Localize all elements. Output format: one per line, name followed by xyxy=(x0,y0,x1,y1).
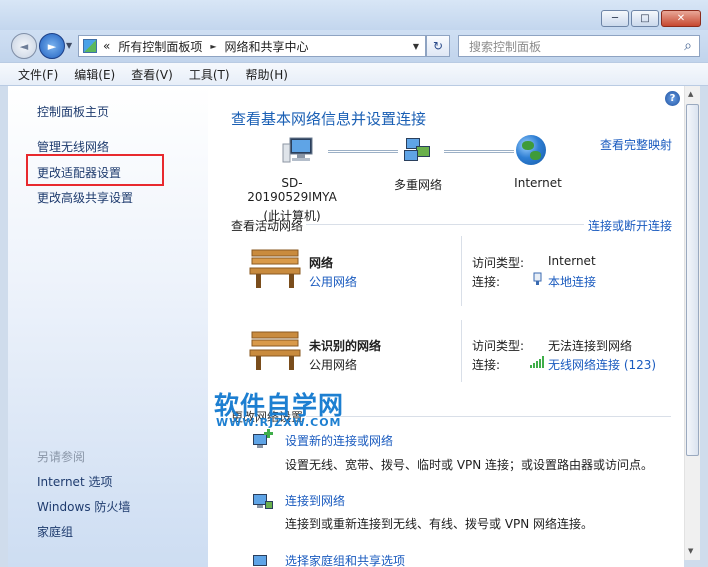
close-button[interactable]: ✕ xyxy=(661,10,701,27)
windows-firewall-link[interactable]: Windows 防火墙 xyxy=(37,498,130,515)
address-toolbar: ◄ ► ▼ « 所有控制面板项 ► 网络和共享中心 ▼ ↻ 搜索控制面板 ⌕ xyxy=(0,30,708,62)
change-advanced-sharing-link[interactable]: 更改高级共享设置 xyxy=(37,189,133,206)
multiple-networks-icon xyxy=(400,136,436,166)
multiple-networks-label: 多重网络 xyxy=(393,178,442,192)
wireless-connection-link[interactable]: 无线网络连接 (123) xyxy=(548,356,656,373)
connect-disconnect-link[interactable]: 连接或断开连接 xyxy=(588,217,672,234)
back-button[interactable]: ◄ xyxy=(11,33,37,59)
help-icon: ? xyxy=(669,93,676,104)
access-type-value: 无法连接到网络 xyxy=(548,339,633,353)
network-name: 网络 xyxy=(309,256,334,270)
wireless-signal-icon xyxy=(530,356,544,368)
computer-icon xyxy=(282,136,320,166)
search-placeholder: 搜索控制面板 xyxy=(469,39,542,54)
search-input[interactable]: 搜索控制面板 ⌕ xyxy=(458,35,700,57)
divider xyxy=(306,224,584,225)
public-network-bench-icon xyxy=(248,328,302,374)
setup-new-connection-link[interactable]: 设置新的连接或网络 xyxy=(285,432,393,449)
menu-bar: 文件(F) 编辑(E) 查看(V) 工具(T) 帮助(H) xyxy=(0,62,708,86)
breadcrumb-separator-icon[interactable]: ► xyxy=(210,42,216,51)
connect-to-network-link[interactable]: 连接到网络 xyxy=(285,492,345,509)
map-connector xyxy=(328,150,398,153)
divider xyxy=(461,320,462,382)
breadcrumb-all-items[interactable]: 所有控制面板项 xyxy=(118,38,202,55)
forward-arrow-icon: ► xyxy=(47,39,57,53)
menu-tools[interactable]: 工具(T) xyxy=(189,66,230,83)
refresh-button[interactable]: ↻ xyxy=(426,35,450,57)
task-pane: 控制面板主页 管理无线网络 更改适配器设置 更改高级共享设置 另请参阅 Inte… xyxy=(8,86,208,567)
title-bar: ─ □ ✕ xyxy=(0,0,708,30)
network-type: 公用网络 xyxy=(309,358,358,372)
homegroup-link[interactable]: 家庭组 xyxy=(37,523,73,540)
divider xyxy=(461,236,462,306)
main-content: ? 查看基本网络信息并设置连接 查看完整映射 SD-20190529IMYA (… xyxy=(208,86,684,567)
overflow-chevrons[interactable]: « xyxy=(103,39,110,53)
homegroup-sharing-link[interactable]: 选择家庭组和共享选项 xyxy=(285,552,405,567)
divider xyxy=(306,416,671,417)
control-panel-home-link[interactable]: 控制面板主页 xyxy=(37,103,109,120)
maximize-button[interactable]: □ xyxy=(631,10,659,27)
menu-file[interactable]: 文件(F) xyxy=(18,66,58,83)
local-connection-link[interactable]: 本地连接 xyxy=(548,273,596,290)
ethernet-icon xyxy=(533,272,542,286)
homegroup-icon xyxy=(251,549,275,567)
manage-wireless-link[interactable]: 管理无线网络 xyxy=(37,138,109,155)
map-connector xyxy=(444,150,514,153)
network-type-link[interactable]: 公用网络 xyxy=(309,273,357,290)
task-description: 设置无线、宽带、拨号、临时或 VPN 连接；或设置路由器或访问点。 xyxy=(285,458,654,472)
scrollbar-thumb[interactable] xyxy=(686,104,699,456)
connect-network-icon xyxy=(251,489,275,513)
view-full-map-link[interactable]: 查看完整映射 xyxy=(600,136,672,153)
address-bar[interactable]: « 所有控制面板项 ► 网络和共享中心 ▼ xyxy=(78,35,426,57)
new-connection-icon xyxy=(251,428,275,452)
menu-view[interactable]: 查看(V) xyxy=(131,66,173,83)
breadcrumb-network-center[interactable]: 网络和共享中心 xyxy=(225,38,309,55)
public-network-bench-icon xyxy=(248,246,302,292)
access-type-label: 访问类型: xyxy=(472,339,525,353)
close-icon: ✕ xyxy=(676,13,686,24)
scroll-down-icon[interactable]: ▼ xyxy=(688,547,693,555)
network-name: 未识别的网络 xyxy=(309,339,382,353)
menu-help[interactable]: 帮助(H) xyxy=(246,66,288,83)
menu-edit[interactable]: 编辑(E) xyxy=(74,66,115,83)
address-dropdown-icon[interactable]: ▼ xyxy=(413,42,419,51)
control-panel-icon xyxy=(83,39,97,53)
maximize-icon: □ xyxy=(640,13,650,24)
internet-options-link[interactable]: Internet 选项 xyxy=(37,473,112,490)
minimize-icon: ─ xyxy=(611,13,619,24)
minimize-button[interactable]: ─ xyxy=(601,10,629,27)
help-button[interactable]: ? xyxy=(665,91,680,106)
search-icon[interactable]: ⌕ xyxy=(684,38,692,54)
recent-pages-button[interactable]: ▼ xyxy=(66,41,72,50)
back-arrow-icon: ◄ xyxy=(19,39,29,53)
scroll-up-icon[interactable]: ▲ xyxy=(688,90,693,98)
access-type-value: Internet xyxy=(548,254,596,268)
watermark-url: WWW.RJZXW.COM xyxy=(216,416,342,429)
chevron-down-icon: ▼ xyxy=(66,41,73,50)
internet-globe-icon xyxy=(516,135,546,165)
internet-label: Internet xyxy=(514,176,562,190)
computer-name-label: SD-20190529IMYA xyxy=(247,176,337,204)
connection-label: 连接: xyxy=(472,275,501,289)
page-title: 查看基本网络信息并设置连接 xyxy=(231,110,427,128)
task-description: 连接到或重新连接到无线、有线、拨号或 VPN 网络连接。 xyxy=(285,517,594,531)
see-also-heading: 另请参阅 xyxy=(37,450,86,464)
highlight-box xyxy=(26,154,164,186)
connection-label: 连接: xyxy=(472,358,501,372)
refresh-icon: ↻ xyxy=(432,39,444,53)
active-networks-heading: 查看活动网络 xyxy=(231,219,304,233)
forward-button[interactable]: ► xyxy=(39,33,65,59)
access-type-label: 访问类型: xyxy=(472,256,525,270)
